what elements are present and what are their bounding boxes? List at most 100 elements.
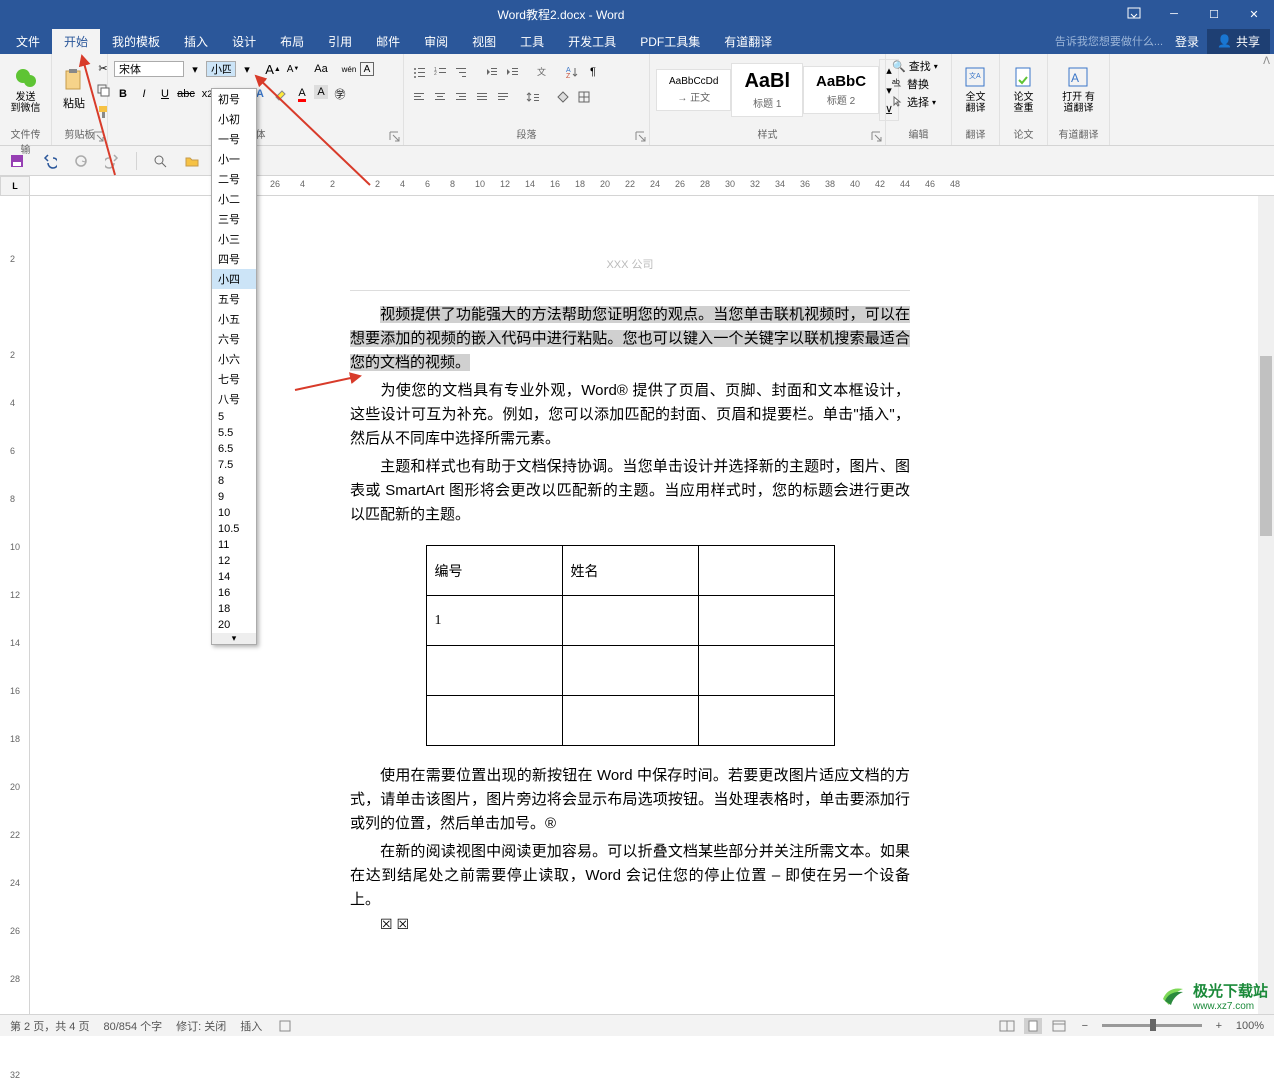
login-link[interactable]: 登录 xyxy=(1175,33,1199,50)
char-shading-icon[interactable]: A xyxy=(314,85,328,99)
italic-icon[interactable]: I xyxy=(135,85,153,103)
align-right-icon[interactable] xyxy=(452,88,470,106)
tell-me-input[interactable]: 告诉我您想要做什么... xyxy=(1043,33,1175,49)
find-button[interactable]: 🔍查找▾ xyxy=(892,58,938,74)
underline-icon[interactable]: U xyxy=(156,85,174,103)
paragraph-2[interactable]: 为使您的文档具有专业外观，Word® 提供了页眉、页脚、封面和文本框设计，这些设… xyxy=(350,379,910,451)
redo-icon[interactable] xyxy=(104,152,122,170)
send-wechat-button[interactable]: 发送 到微信 xyxy=(6,56,45,124)
qat-zoom-icon[interactable] xyxy=(151,152,169,170)
size-option[interactable]: 20 xyxy=(212,617,256,633)
justify-icon[interactable] xyxy=(473,88,491,106)
tab-dev[interactable]: 开发工具 xyxy=(556,29,628,54)
size-option[interactable]: 五号 xyxy=(212,289,256,309)
multilevel-icon[interactable] xyxy=(452,63,470,81)
size-option[interactable]: 14 xyxy=(212,569,256,585)
shrink-font-icon[interactable]: A▼ xyxy=(284,60,302,78)
tab-layout[interactable]: 布局 xyxy=(268,29,316,54)
status-insert[interactable]: 插入 xyxy=(240,1018,262,1034)
size-option[interactable]: 三号 xyxy=(212,209,256,229)
text-direction-icon[interactable]: 文 xyxy=(533,63,551,81)
tab-insert[interactable]: 插入 xyxy=(172,29,220,54)
align-left-icon[interactable] xyxy=(410,88,428,106)
styles-dialog-launcher[interactable] xyxy=(871,131,883,143)
tab-references[interactable]: 引用 xyxy=(316,29,364,54)
borders-icon[interactable] xyxy=(575,88,593,106)
tab-templates[interactable]: 我的模板 xyxy=(100,29,172,54)
status-page[interactable]: 第 2 页，共 4 页 xyxy=(10,1018,89,1034)
collapse-ribbon-icon[interactable]: ᐱ xyxy=(1263,56,1270,67)
show-marks-icon[interactable]: ¶ xyxy=(584,63,602,81)
thesis-check-button[interactable]: 论文 查重 xyxy=(1006,56,1041,124)
zoom-level[interactable]: 100% xyxy=(1236,1020,1264,1032)
enclose-char-icon[interactable]: ㊫ xyxy=(331,85,349,103)
strike-icon[interactable]: abc xyxy=(177,85,195,103)
size-option[interactable]: 8 xyxy=(212,473,256,489)
change-case-icon[interactable]: Aa xyxy=(312,60,330,78)
size-option[interactable]: 7.5 xyxy=(212,457,256,473)
document-table[interactable]: 编号姓名 1 xyxy=(426,545,835,746)
vertical-ruler[interactable]: 22468101214161820222426283032 xyxy=(0,196,30,1016)
decrease-indent-icon[interactable] xyxy=(482,63,500,81)
size-option[interactable]: 一号 xyxy=(212,129,256,149)
size-option[interactable]: 小二 xyxy=(212,189,256,209)
view-web-icon[interactable] xyxy=(1050,1018,1068,1034)
size-option[interactable]: 9 xyxy=(212,489,256,505)
size-option[interactable]: 二号 xyxy=(212,169,256,189)
tab-view[interactable]: 视图 xyxy=(460,29,508,54)
size-option[interactable]: 小六 xyxy=(212,349,256,369)
close-icon[interactable]: ✕ xyxy=(1234,0,1274,28)
paragraph-5[interactable]: 在新的阅读视图中阅读更加容易。可以折叠文档某些部分并关注所需文本。如果在达到结尾… xyxy=(350,840,910,912)
share-button[interactable]: 👤共享 xyxy=(1207,29,1270,54)
size-option[interactable]: 6.5 xyxy=(212,441,256,457)
tab-review[interactable]: 审阅 xyxy=(412,29,460,54)
style-heading2[interactable]: AaBbC 标题 2 xyxy=(803,66,879,114)
line-spacing-icon[interactable] xyxy=(524,88,542,106)
phonetic-guide-icon[interactable]: wén xyxy=(340,60,358,78)
ribbon-options-icon[interactable] xyxy=(1114,0,1154,28)
numbering-icon[interactable]: 12 xyxy=(431,63,449,81)
size-option[interactable]: 初号 xyxy=(212,89,256,109)
distribute-icon[interactable] xyxy=(494,88,512,106)
select-button[interactable]: 选择▾ xyxy=(892,94,936,110)
size-option[interactable]: 11 xyxy=(212,537,256,553)
bold-icon[interactable]: B xyxy=(114,85,132,103)
size-option[interactable]: 16 xyxy=(212,585,256,601)
size-option[interactable]: 10.5 xyxy=(212,521,256,537)
size-option[interactable]: 小初 xyxy=(212,109,256,129)
tab-mail[interactable]: 邮件 xyxy=(364,29,412,54)
checkbox-row[interactable]: ☒ ☒ xyxy=(350,916,910,933)
size-option[interactable]: 八号 xyxy=(212,389,256,409)
tab-pdf[interactable]: PDF工具集 xyxy=(628,29,712,54)
maximize-icon[interactable]: ☐ xyxy=(1194,0,1234,28)
bullets-icon[interactable] xyxy=(410,63,428,81)
view-print-icon[interactable] xyxy=(1024,1018,1042,1034)
status-words[interactable]: 80/854 个字 xyxy=(103,1018,162,1034)
grow-font-icon[interactable]: A▲ xyxy=(264,60,282,78)
tab-selector[interactable]: L xyxy=(0,176,30,196)
size-option[interactable]: 六号 xyxy=(212,329,256,349)
zoom-in-icon[interactable]: + xyxy=(1210,1018,1228,1034)
paragraph-3[interactable]: 主题和样式也有助于文档保持协调。当您单击设计并选择新的主题时，图片、图表或 Sm… xyxy=(350,455,910,527)
shading-icon[interactable] xyxy=(554,88,572,106)
qat-folder-icon[interactable] xyxy=(183,152,201,170)
paste-button[interactable]: 粘贴 xyxy=(58,56,90,124)
paragraph-4[interactable]: 使用在需要位置出现的新按钮在 Word 中保存时间。若要更改图片适应文档的方式，… xyxy=(350,764,910,836)
paragraph-dialog-launcher[interactable] xyxy=(635,131,647,143)
full-translate-button[interactable]: 文A 全文 翻译 xyxy=(958,56,993,124)
zoom-slider[interactable] xyxy=(1102,1024,1202,1027)
paragraph-1[interactable]: 视频提供了功能强大的方法帮助您证明您的观点。当您单击联机视频时，可以在想要添加的… xyxy=(350,303,910,375)
highlight-icon[interactable] xyxy=(272,85,290,103)
size-scroll-down-icon[interactable]: ▾ xyxy=(212,633,256,644)
size-option[interactable]: 四号 xyxy=(212,249,256,269)
size-option[interactable]: 小一 xyxy=(212,149,256,169)
size-option[interactable]: 小五 xyxy=(212,309,256,329)
char-border-icon[interactable]: A xyxy=(360,62,374,76)
zoom-out-icon[interactable]: − xyxy=(1076,1018,1094,1034)
size-option[interactable]: 10 xyxy=(212,505,256,521)
increase-indent-icon[interactable] xyxy=(503,63,521,81)
sort-icon[interactable]: AZ xyxy=(563,63,581,81)
size-option[interactable]: 七号 xyxy=(212,369,256,389)
tab-home[interactable]: 开始 xyxy=(52,29,100,54)
size-option[interactable]: 小四 xyxy=(212,269,256,289)
